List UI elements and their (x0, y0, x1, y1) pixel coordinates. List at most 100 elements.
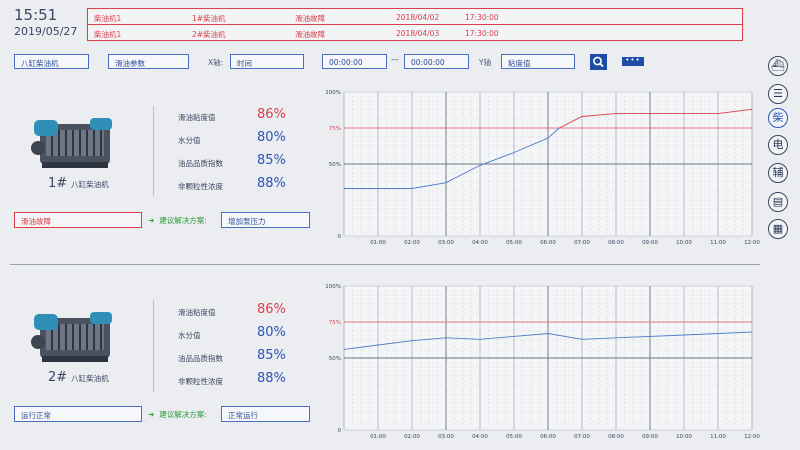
search-icon (593, 56, 604, 68)
status-box: 滑油故障 (14, 212, 142, 228)
particle-value: 88% (257, 176, 286, 191)
x-tick-label: 07:00 (574, 240, 590, 246)
alarm-device: 柴油机1 (94, 30, 122, 39)
diesel-nav-icon[interactable]: 柴 (768, 108, 788, 128)
x-axis-label: X轴: (208, 58, 224, 67)
engine-image (28, 110, 120, 176)
engine-name: 八缸柴油机 (71, 180, 109, 189)
alarm-device: 柴油机1 (94, 14, 122, 23)
engine-image (28, 304, 120, 370)
x-tick-label: 07:00 (574, 434, 590, 440)
viscosity-value: 86% (257, 302, 286, 317)
alarm-engine: 1#柴油机 (192, 14, 226, 23)
alarm-type: 滑油故障 (295, 14, 325, 23)
auxiliary-nav-icon[interactable]: 辅 (768, 163, 788, 183)
clock-time: 15:51 (14, 6, 58, 24)
y-tick-label: 50% (329, 162, 341, 168)
x-tick-label: 03:00 (438, 240, 454, 246)
x-tick-label: 10:00 (676, 240, 692, 246)
document-icon[interactable]: ▤ (768, 192, 788, 212)
y-axis-label: Y轴 (479, 58, 492, 67)
arrow-right-icon: ➜ (148, 216, 155, 225)
ship-icon[interactable]: ⛴ (768, 56, 788, 76)
x-tick-label: 08:00 (608, 434, 624, 440)
param-select[interactable]: 滑油参数 (108, 54, 189, 69)
viscosity-chart-2: 0 50% 75% 100% 01:00 02:00 03:00 04:00 05:00 06:0… (325, 284, 760, 440)
x-tick-label: 04:00 (472, 434, 488, 440)
x-tick-label: 02:00 (404, 434, 420, 440)
alarm-type: 滑油故障 (295, 30, 325, 39)
x-tick-label: 01:00 (370, 434, 386, 440)
x-tick-label: 08:00 (608, 240, 624, 246)
x-tick-label: 11:00 (710, 434, 726, 440)
solution-label: ➜ 建议解决方案: (148, 216, 207, 225)
x-tick-label: 03:00 (438, 434, 454, 440)
param-label: 非颗粒性浓度 (178, 377, 223, 386)
x-tick-label: 10:00 (676, 434, 692, 440)
moisture-value: 80% (257, 325, 286, 340)
x-tick-label: 05:00 (506, 240, 522, 246)
chart-2: 0 50% 75% 100% 01:00 02:00 03:00 04:00 05:00 06:0… (318, 280, 764, 448)
divider (153, 300, 154, 392)
alarm-row[interactable]: 柴油机1 2#柴油机 滑油故障 2018/04/03 17:30:00 (88, 25, 742, 41)
x-tick-label: 01:00 (370, 240, 386, 246)
x-tick-label: 06:00 (540, 240, 556, 246)
clock-date: 2019/05/27 (14, 25, 78, 38)
alarm-date: 2018/04/02 (396, 13, 440, 22)
particle-value: 88% (257, 371, 286, 386)
moisture-value: 80% (257, 130, 286, 145)
param-label: 滑油粘度值 (178, 308, 216, 317)
time-from-input[interactable]: 00:00:00 (322, 54, 387, 69)
engine-label: 1# 八缸柴油机 (48, 176, 109, 191)
param-label: 油品品质指数 (178, 354, 223, 363)
x-tick-label: 09:00 (642, 434, 658, 440)
solution-label: ➜ 建议解决方案: (148, 410, 207, 419)
x-tick-label: 04:00 (472, 240, 488, 246)
solution-box: 增加泵压力 (221, 212, 310, 228)
solution-box: 正常运行 (221, 406, 310, 422)
x-axis-select[interactable]: 时间 (230, 54, 304, 69)
y-tick-label: 75% (329, 126, 341, 132)
engine-select[interactable]: 八缸柴油机 (14, 54, 89, 69)
engine-number: 2# (48, 370, 68, 385)
y-axis-select[interactable]: 粘度值 (501, 54, 575, 69)
divider (153, 106, 154, 196)
alarm-date: 2018/04/03 (396, 29, 440, 38)
viscosity-value: 86% (257, 107, 286, 122)
quality-index-value: 85% (257, 153, 286, 168)
y-tick-label: 75% (329, 320, 341, 326)
y-tick-label: 50% (329, 356, 341, 362)
alarm-engine: 2#柴油机 (192, 30, 226, 39)
menu-icon[interactable]: ☰ (768, 84, 788, 104)
search-button[interactable] (590, 54, 607, 70)
y-tick-label: 100% (325, 284, 341, 290)
status-box: 运行正常 (14, 406, 142, 422)
x-tick-label: 06:00 (540, 434, 556, 440)
alarm-time: 17:30:00 (465, 13, 499, 22)
param-label: 滑油粘度值 (178, 113, 216, 122)
viscosity-chart-1: 0 50% 75% 100% 01:00 02:00 03:00 04:00 05:00 06:0… (325, 90, 760, 246)
electric-nav-icon[interactable]: 电 (768, 135, 788, 155)
engine-name: 八缸柴油机 (71, 374, 109, 383)
y-tick-label: 0 (338, 428, 342, 434)
time-to-input[interactable]: 00:00:00 (404, 54, 469, 69)
alarm-time: 17:30:00 (465, 29, 499, 38)
time-range-dash: — (391, 55, 399, 64)
x-tick-label: 05:00 (506, 434, 522, 440)
param-label: 非颗粒性浓度 (178, 182, 223, 191)
x-tick-label: 11:00 (710, 240, 726, 246)
x-tick-label: 09:00 (642, 240, 658, 246)
quality-index-value: 85% (257, 348, 286, 363)
param-label: 水分值 (178, 136, 201, 145)
param-label: 水分值 (178, 331, 201, 340)
report-icon[interactable]: ▦ (768, 219, 788, 239)
engine-number: 1# (48, 176, 68, 191)
y-tick-label: 0 (338, 234, 342, 240)
arrow-right-icon: ➜ (148, 410, 155, 419)
alarm-row[interactable]: 柴油机1 1#柴油机 滑油故障 2018/04/02 17:30:00 (88, 9, 742, 25)
x-tick-label: 02:00 (404, 240, 420, 246)
more-button[interactable]: ••• (622, 57, 644, 66)
alarm-list: 柴油机1 1#柴油机 滑油故障 2018/04/02 17:30:00 柴油机1… (87, 8, 743, 41)
chart-1: 0 50% 75% 100% 01:00 02:00 03:00 04:00 05:00 06:0… (318, 86, 764, 254)
section-separator (10, 264, 760, 265)
